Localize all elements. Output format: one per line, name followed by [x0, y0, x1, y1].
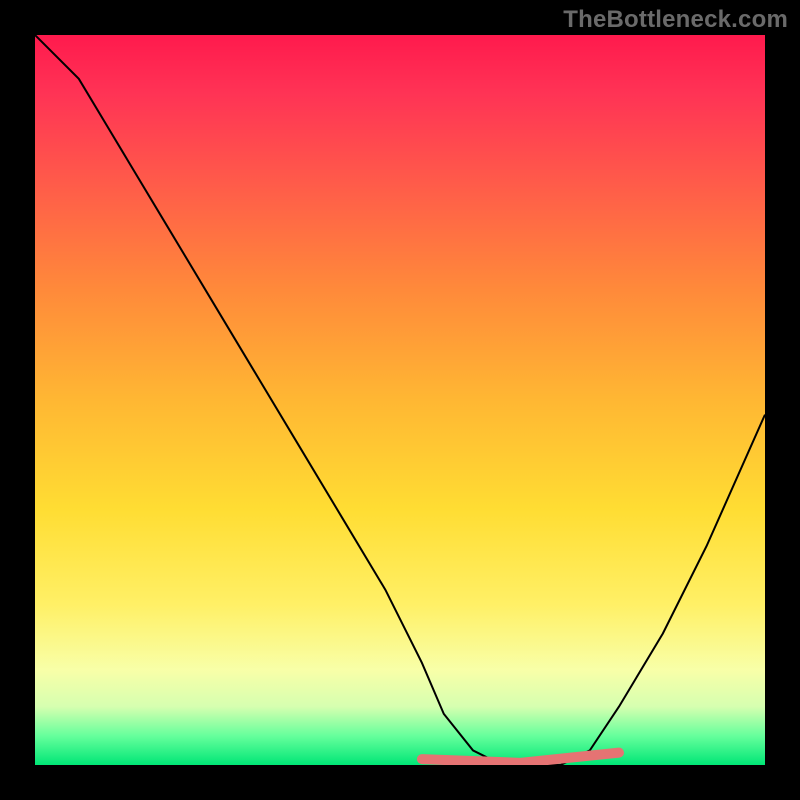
- bottleneck-curve: [35, 35, 765, 765]
- optimal-range-marker: [422, 753, 619, 763]
- watermark-text: TheBottleneck.com: [563, 6, 788, 34]
- chart-plot-area: [35, 35, 765, 765]
- bottleneck-curve-svg: [35, 35, 765, 765]
- chart-frame: TheBottleneck.com: [0, 0, 800, 800]
